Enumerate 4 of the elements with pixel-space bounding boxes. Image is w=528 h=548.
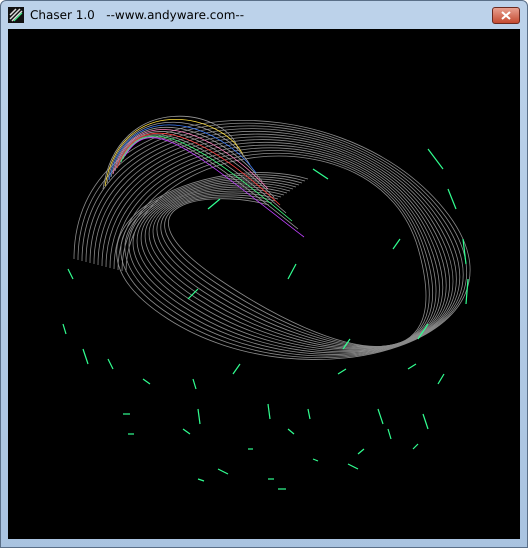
close-icon	[501, 10, 511, 20]
app-icon	[8, 7, 24, 23]
close-button[interactable]	[492, 6, 520, 24]
window-title: Chaser 1.0 --www.andyware.com--	[30, 8, 244, 22]
